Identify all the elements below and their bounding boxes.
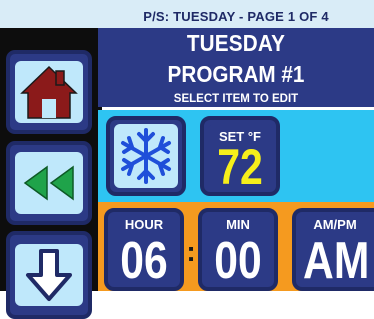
rewind-icon — [23, 165, 74, 201]
time-separator: : — [186, 236, 196, 267]
minute-label: MIN — [226, 217, 250, 232]
scroll-down-button[interactable] — [6, 231, 92, 319]
mode-setpoint-row: SET °F 72 — [98, 110, 374, 202]
hour-label: HOUR — [124, 217, 164, 232]
ampm-button[interactable]: AM/PM AM — [292, 208, 374, 291]
ampm-value: AM — [303, 232, 370, 290]
minute-value: 00 — [214, 232, 262, 290]
hour-button[interactable]: HOUR 06 — [104, 208, 184, 291]
program-header: TUESDAY PROGRAM #1 SELECT ITEM TO EDIT — [98, 28, 374, 107]
top-status-bar: P/S: TUESDAY - PAGE 1 OF 4 — [0, 0, 374, 28]
home-button[interactable] — [6, 50, 92, 134]
ampm-label: AM/PM — [313, 217, 357, 232]
setpoint-value: 72 — [217, 139, 263, 195]
program-title: PROGRAM #1 — [167, 61, 305, 87]
setpoint-button[interactable]: SET °F 72 — [200, 116, 280, 196]
mode-button[interactable] — [106, 116, 186, 196]
home-icon — [20, 65, 78, 119]
day-title: TUESDAY — [186, 30, 286, 56]
hour-value: 06 — [120, 232, 168, 290]
minute-button[interactable]: MIN 00 — [198, 208, 278, 291]
time-row: HOUR 06 : MIN 00 AM/PM AM — [98, 202, 374, 291]
down-arrow-icon — [26, 249, 72, 301]
page-indicator: P/S: TUESDAY - PAGE 1 OF 4 — [143, 9, 329, 24]
snowflake-icon — [121, 128, 171, 184]
left-nav-column — [0, 28, 102, 319]
edit-hint: SELECT ITEM TO EDIT — [173, 93, 299, 105]
back-button[interactable] — [6, 141, 92, 225]
thermostat-screen: P/S: TUESDAY - PAGE 1 OF 4 TUESDAY PROGR… — [0, 0, 374, 319]
